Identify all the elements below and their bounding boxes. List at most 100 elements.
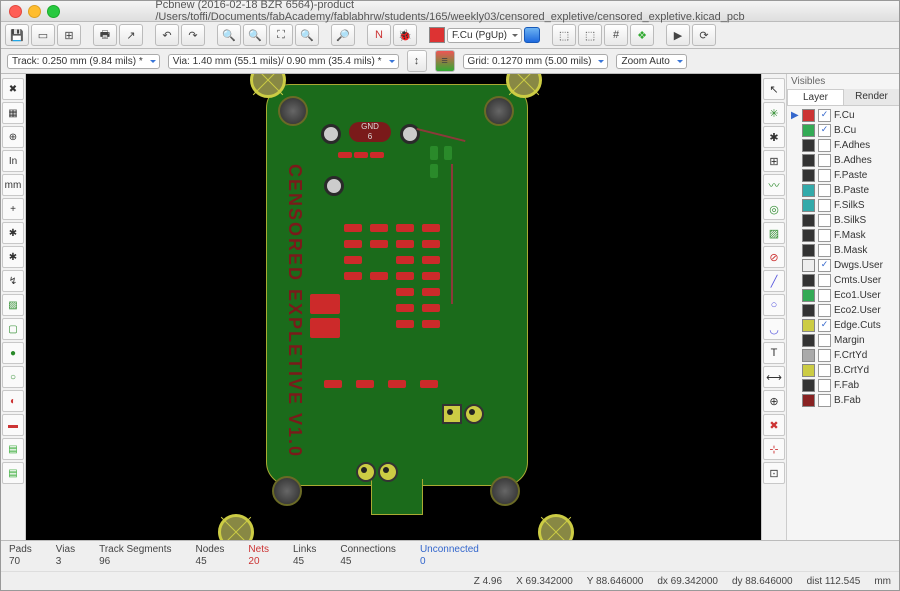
layer-checkbox[interactable]: ✓ — [818, 109, 831, 122]
layer-next-button[interactable] — [524, 27, 540, 43]
route-track-button[interactable]: 〰 — [763, 174, 785, 196]
add-zone-button[interactable]: ▨ — [763, 222, 785, 244]
netlist-button[interactable]: N — [367, 24, 391, 46]
ratsnest-button[interactable]: ✱ — [2, 222, 24, 244]
print-button[interactable]: 🖶 — [93, 24, 117, 46]
add-via-button[interactable]: ◎ — [763, 198, 785, 220]
add-line-button[interactable]: ╱ — [763, 270, 785, 292]
zoom-out-button[interactable]: 🔍 — [243, 24, 267, 46]
mode-footprint-button[interactable]: ⬚ — [552, 24, 576, 46]
layer-checkbox[interactable] — [818, 274, 831, 287]
layer-row[interactable]: ▶Margin — [789, 333, 897, 348]
layer-dropdown[interactable]: F.Cu (PgUp) — [447, 28, 522, 43]
layer-checkbox[interactable] — [818, 349, 831, 362]
delete-button[interactable]: ✖ — [763, 414, 785, 436]
layer-row[interactable]: ▶✓Edge.Cuts — [789, 318, 897, 333]
grid-combo[interactable]: Grid: 0.1270 mm (5.00 mils) — [463, 54, 609, 69]
add-text-button[interactable]: T — [763, 342, 785, 364]
layer-checkbox[interactable] — [818, 214, 831, 227]
modules-button[interactable]: ⊞ — [57, 24, 81, 46]
add-target-button[interactable]: ⊕ — [763, 390, 785, 412]
redo-button[interactable]: ↷ — [181, 24, 205, 46]
minimize-icon[interactable] — [28, 5, 41, 18]
find-button[interactable]: 🔎 — [331, 24, 355, 46]
save-button[interactable]: 💾 — [5, 24, 29, 46]
run-script-button[interactable]: ▶ — [666, 24, 690, 46]
auto-track-width-button[interactable]: ↕ — [407, 50, 427, 72]
layer-row[interactable]: ▶✓F.Cu — [789, 108, 897, 123]
tab-layer[interactable]: Layer — [787, 89, 844, 105]
layer-checkbox[interactable] — [818, 394, 831, 407]
layer-row[interactable]: ▶B.Fab — [789, 393, 897, 408]
layer-checkbox[interactable] — [818, 334, 831, 347]
via-fill-button[interactable]: ○ — [2, 366, 24, 388]
add-circle-button[interactable]: ○ — [763, 294, 785, 316]
layer-row[interactable]: ▶F.SilkS — [789, 198, 897, 213]
plot-button[interactable]: ↗ — [119, 24, 143, 46]
layer-checkbox[interactable] — [818, 289, 831, 302]
layer-checkbox[interactable] — [818, 169, 831, 182]
tab-render[interactable]: Render — [844, 89, 899, 105]
layer-checkbox[interactable] — [818, 184, 831, 197]
layer-row[interactable]: ▶B.SilkS — [789, 213, 897, 228]
contrast-mode-button[interactable]: ▬ — [2, 414, 24, 436]
layer-row[interactable]: ▶Cmts.User — [789, 273, 897, 288]
layer-row[interactable]: ▶B.Adhes — [789, 153, 897, 168]
layers-manager-button[interactable]: ▤ — [2, 438, 24, 460]
pcb-canvas[interactable]: GND6 CENSORED EXPLETIVE V1.0 — [26, 74, 761, 540]
zoom-in-button[interactable]: 🔍 — [217, 24, 241, 46]
layer-row[interactable]: ▶✓B.Cu — [789, 123, 897, 138]
layer-checkbox[interactable] — [818, 379, 831, 392]
layer-row[interactable]: ▶F.Paste — [789, 168, 897, 183]
microwave-button[interactable]: ▤ — [2, 462, 24, 484]
layer-checkbox[interactable] — [818, 199, 831, 212]
add-dimension-button[interactable]: ⟷ — [763, 366, 785, 388]
set-origin-button[interactable]: ⊹ — [763, 438, 785, 460]
autoroute-button[interactable]: ❖ — [630, 24, 654, 46]
grid-toggle-button[interactable]: ▦ — [2, 102, 24, 124]
drc-button[interactable]: 🐞 — [393, 24, 417, 46]
page-settings-button[interactable]: ▭ — [31, 24, 55, 46]
layer-checkbox[interactable] — [818, 139, 831, 152]
layer-row[interactable]: ▶F.Fab — [789, 378, 897, 393]
add-keepout-button[interactable]: ⊘ — [763, 246, 785, 268]
layer-row[interactable]: ▶F.Mask — [789, 228, 897, 243]
zone-outline-button[interactable]: ▢ — [2, 318, 24, 340]
undo-button[interactable]: ↶ — [155, 24, 179, 46]
layer-row[interactable]: ▶Eco2.User — [789, 303, 897, 318]
track-fill-button[interactable]: ◐ — [2, 390, 24, 412]
layer-checkbox[interactable]: ✓ — [818, 319, 831, 332]
grid-origin-button[interactable]: ⊡ — [763, 462, 785, 484]
grid-button[interactable]: # — [604, 24, 628, 46]
close-icon[interactable] — [9, 5, 22, 18]
layer-row[interactable]: ▶B.Paste — [789, 183, 897, 198]
layer-row[interactable]: ▶B.CrtYd — [789, 363, 897, 378]
layer-row[interactable]: ▶Eco1.User — [789, 288, 897, 303]
add-arc-button[interactable]: ◡ — [763, 318, 785, 340]
zone-fill-button[interactable]: ▨ — [2, 294, 24, 316]
track-width-combo[interactable]: Track: 0.250 mm (9.84 mils) * — [7, 54, 160, 69]
layer-checkbox[interactable]: ✓ — [818, 124, 831, 137]
maximize-icon[interactable] — [47, 5, 60, 18]
cursor-button[interactable]: ↖ — [763, 78, 785, 100]
layer-checkbox[interactable]: ✓ — [818, 259, 831, 272]
mode-track-button[interactable]: ⬚ — [578, 24, 602, 46]
polar-toggle-button[interactable]: ⊕ — [2, 126, 24, 148]
layer-row[interactable]: ▶B.Mask — [789, 243, 897, 258]
ratsnest-module-button[interactable]: ✱ — [2, 246, 24, 268]
highlight-net-button[interactable]: ✳ — [763, 102, 785, 124]
add-footprint-button[interactable]: ⊞ — [763, 150, 785, 172]
zoom-combo[interactable]: Zoom Auto — [616, 54, 686, 69]
layer-row[interactable]: ▶✓Dwgs.User — [789, 258, 897, 273]
layer-row[interactable]: ▶F.Adhes — [789, 138, 897, 153]
via-size-combo[interactable]: Via: 1.40 mm (55.1 mils)/ 0.90 mm (35.4 … — [168, 54, 399, 69]
units-mm-button[interactable]: mm — [2, 174, 24, 196]
local-ratsnest-button[interactable]: ✱ — [763, 126, 785, 148]
units-inch-button[interactable]: In — [2, 150, 24, 172]
drc-toggle-button[interactable]: ✖ — [2, 78, 24, 100]
zoom-region-button[interactable]: 🔍 — [295, 24, 319, 46]
auto-delete-button[interactable]: ↯ — [2, 270, 24, 292]
layer-checkbox[interactable] — [818, 364, 831, 377]
layer-row[interactable]: ▶F.CrtYd — [789, 348, 897, 363]
layer-checkbox[interactable] — [818, 229, 831, 242]
